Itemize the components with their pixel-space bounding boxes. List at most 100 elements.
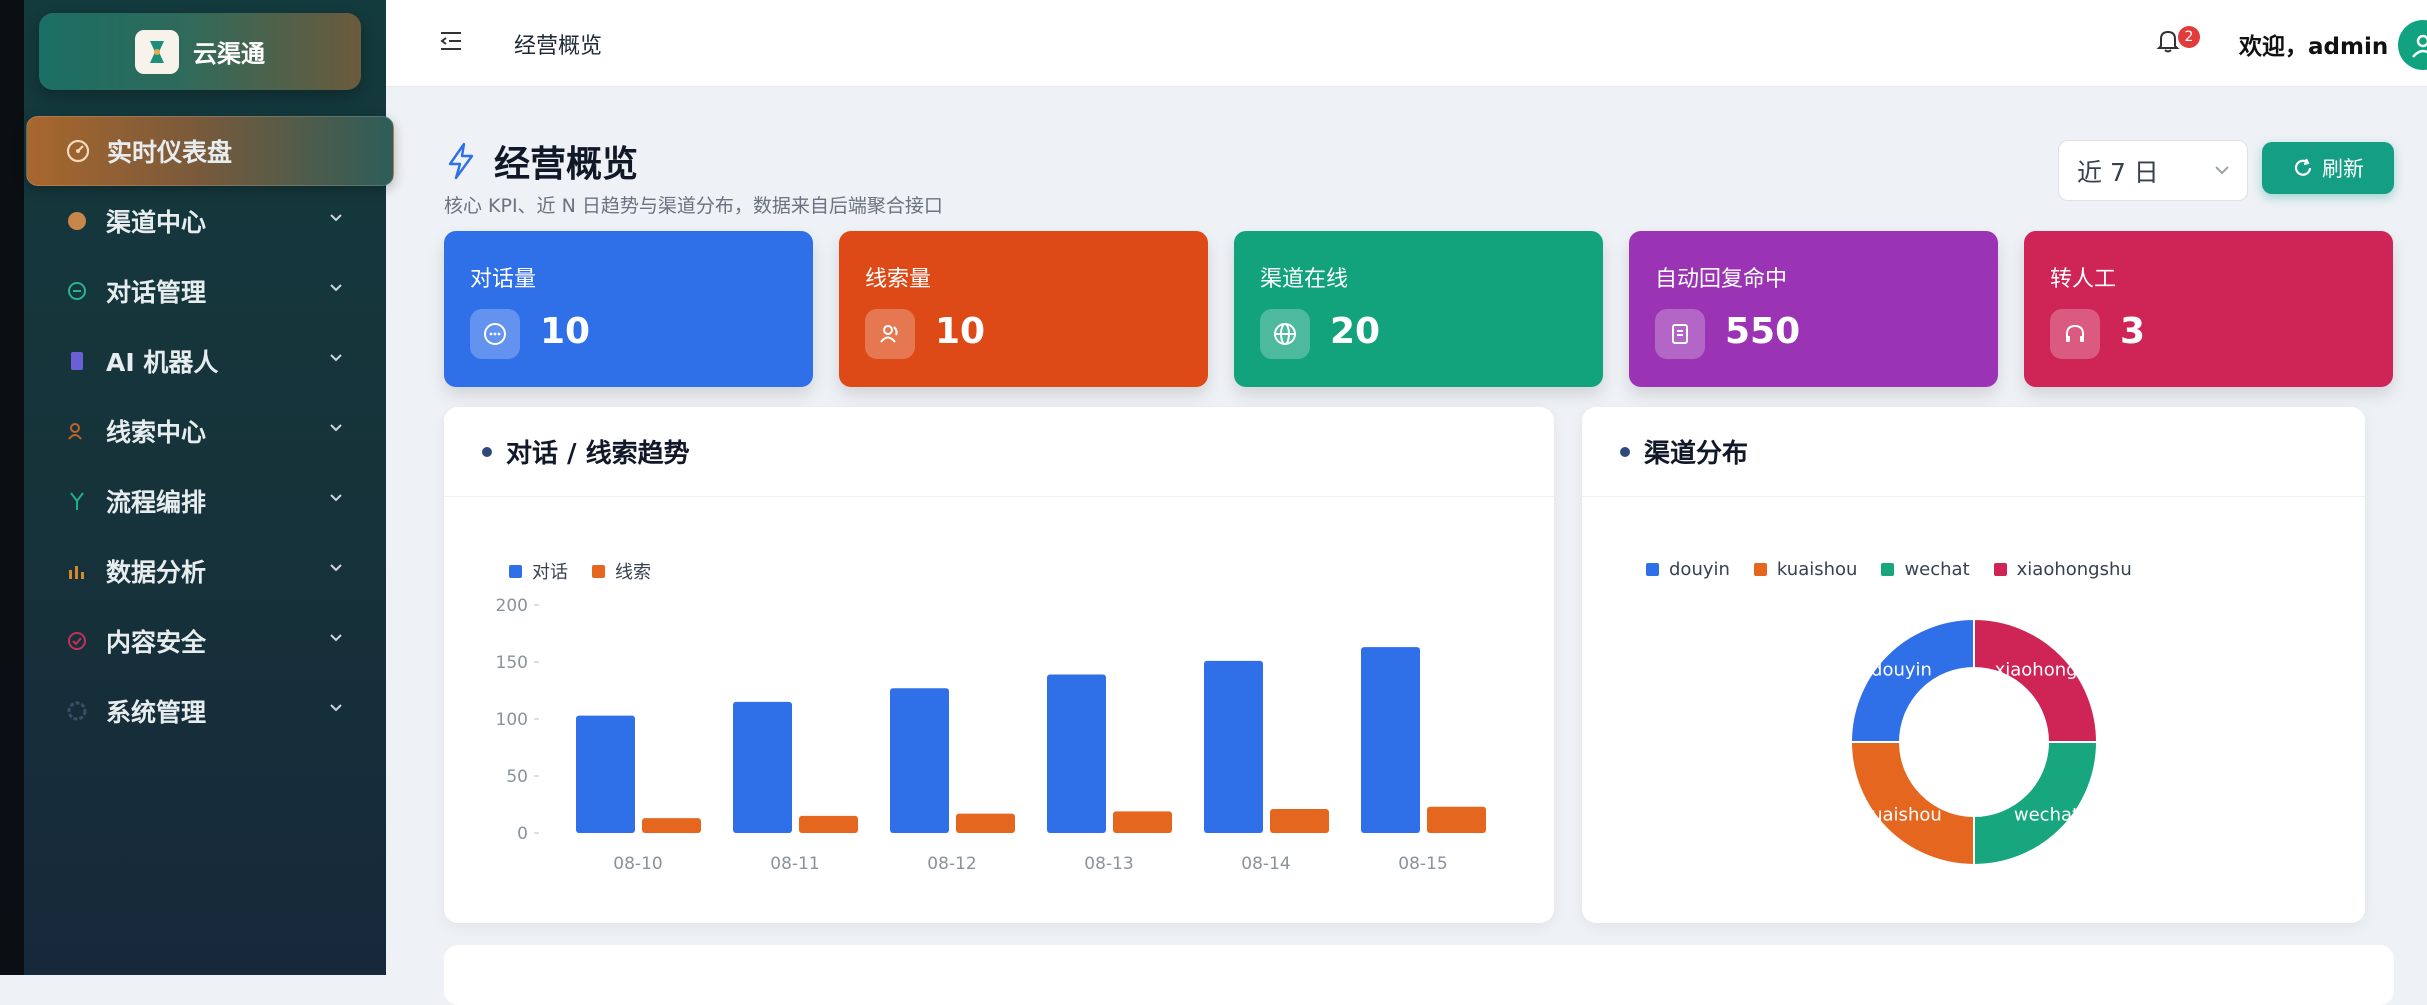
kpi-label: 线索量 xyxy=(865,267,932,292)
sidebar-item-label: 对话管理 xyxy=(106,278,207,307)
trend-bar-chart: 0 50 100 150 200 08-10 08-11 08-12 08-13 08-14 08-… xyxy=(496,596,1486,874)
sidebar-item-label: 数据分析 xyxy=(106,558,207,587)
main-content: 经营概览 核心 KPI、近 N 日趋势与渠道分布，数据来自后端聚合接口 近 7 … xyxy=(386,87,2427,1005)
page-heading: 经营概览 xyxy=(446,135,638,187)
bar-chart-icon xyxy=(64,558,90,584)
kpi-value: 20 xyxy=(1330,311,1381,352)
sidebar-item-analytics[interactable]: 数据分析 xyxy=(24,536,386,606)
y-tick-label: 150 xyxy=(496,653,528,673)
chevron-down-icon xyxy=(330,284,342,292)
robot-icon xyxy=(1655,309,1705,359)
people-icon xyxy=(64,418,90,444)
x-tick-label: 08-11 xyxy=(770,854,819,874)
avatar[interactable] xyxy=(2398,20,2427,70)
channel-icon xyxy=(64,208,90,234)
sidebar-nav: 实时仪表盘 渠道中心 对话管理 AI 机器人 线索中心 流程编排 数据分析 内容… xyxy=(24,116,394,746)
kpi-row: 对话量 10 线索量 10 渠道在线 20 自动回复命中 550 转人工 3 xyxy=(444,231,2394,387)
sidebar-item-label: AI 机器人 xyxy=(106,348,219,377)
x-tick-label: 08-10 xyxy=(613,854,662,874)
sidebar-item-label: 渠道中心 xyxy=(106,208,207,237)
window-edge xyxy=(0,0,24,975)
kpi-card-human-handoff[interactable]: 转人工 3 xyxy=(2024,231,2393,387)
next-card-partial xyxy=(444,945,2394,1005)
trend-card: 对话 / 线索趋势 对话 线索 0 50 100 150 200 08-10 08-11 08… xyxy=(444,407,1554,923)
user-icon xyxy=(2412,34,2427,58)
kpi-label: 渠道在线 xyxy=(1260,267,1349,292)
chevron-down-icon xyxy=(330,634,342,642)
chevron-down-icon xyxy=(330,704,342,712)
y-tick-label: 200 xyxy=(496,596,528,616)
sidebar-item-leads[interactable]: 线索中心 xyxy=(24,396,386,466)
chevron-down-icon xyxy=(2215,166,2229,175)
sidebar-item-ai-robot[interactable]: AI 机器人 xyxy=(24,326,386,396)
x-tick-label: 08-15 xyxy=(1398,854,1447,874)
headset-icon xyxy=(2050,309,2100,359)
y-tick-label: 0 xyxy=(517,824,528,844)
app-name: 云渠通 xyxy=(193,40,265,68)
sidebar-item-system[interactable]: 系统管理 xyxy=(24,676,386,746)
app-logo[interactable]: 云渠通 xyxy=(39,13,361,90)
kpi-card-channels-online[interactable]: 渠道在线 20 xyxy=(1234,231,1603,387)
slice-label: douyin xyxy=(1871,660,1932,681)
bar-leads xyxy=(799,815,858,833)
sidebar: 云渠通 实时仪表盘 渠道中心 对话管理 AI 机器人 线索中心 流程编排 数据分… xyxy=(24,0,394,975)
bar-conversations xyxy=(1047,674,1106,833)
slice-label: kuaishou xyxy=(1861,804,1942,825)
page-title: 经营概览 xyxy=(494,144,639,185)
chevron-down-icon xyxy=(330,494,342,502)
sidebar-item-label: 内容安全 xyxy=(106,628,207,657)
kpi-label: 自动回复命中 xyxy=(1655,267,1788,292)
robot-icon xyxy=(64,348,90,374)
kpi-label: 转人工 xyxy=(2050,267,2117,292)
shield-icon xyxy=(64,628,90,654)
refresh-icon xyxy=(2294,158,2312,176)
sidebar-item-dashboard[interactable]: 实时仪表盘 xyxy=(26,116,394,186)
logo-icon xyxy=(135,29,179,74)
slice-label: wechat xyxy=(2014,804,2079,825)
sidebar-item-conversations[interactable]: 对话管理 xyxy=(24,256,386,326)
bar-leads xyxy=(956,813,1015,833)
notification-badge: 2 xyxy=(2178,26,2200,48)
sidebar-item-content-security[interactable]: 内容安全 xyxy=(24,606,386,676)
date-range-select[interactable]: 近 7 日 xyxy=(2058,140,2248,201)
x-tick-label: 08-13 xyxy=(1084,854,1133,874)
bar-conversations xyxy=(576,715,635,833)
chevron-down-icon xyxy=(330,564,342,572)
chevron-down-icon xyxy=(330,424,342,432)
chat-bubble-icon xyxy=(470,309,520,359)
kpi-label: 对话量 xyxy=(470,267,537,292)
kpi-card-auto-reply[interactable]: 自动回复命中 550 xyxy=(1629,231,1998,387)
bar-conversations xyxy=(1361,647,1420,833)
gauge-icon xyxy=(65,138,91,164)
bar-conversations xyxy=(890,688,949,833)
kpi-value: 550 xyxy=(1725,311,1801,352)
bar-leads xyxy=(1270,809,1329,833)
people-icon xyxy=(865,309,915,359)
page-subtitle: 核心 KPI、近 N 日趋势与渠道分布，数据来自后端聚合接口 xyxy=(444,195,943,217)
flow-icon xyxy=(64,488,90,514)
slice-label: xiaohongsh xyxy=(1995,660,2099,681)
chevron-down-icon xyxy=(330,214,342,222)
sidebar-item-workflow[interactable]: 流程编排 xyxy=(24,466,386,536)
sidebar-item-label: 线索中心 xyxy=(106,418,207,447)
sidebar-item-label: 系统管理 xyxy=(106,698,207,727)
y-tick-label: 100 xyxy=(496,710,528,730)
chat-icon xyxy=(64,278,90,304)
bell-icon[interactable] xyxy=(2156,28,2180,54)
distribution-donut-chart: douyin kuaishou wechat xiaohongsh xyxy=(1849,617,2099,867)
welcome-text[interactable]: 欢迎，admin xyxy=(2239,27,2388,61)
kpi-value: 3 xyxy=(2120,311,2146,352)
distribution-card: 渠道分布 douyin kuaishou wechat xiaohongshu … xyxy=(1582,407,2365,923)
kpi-value: 10 xyxy=(935,311,986,352)
kpi-card-conversations[interactable]: 对话量 10 xyxy=(444,231,813,387)
refresh-button[interactable]: 刷新 xyxy=(2262,142,2394,194)
date-range-value: 近 7 日 xyxy=(2077,157,2159,187)
collapse-menu-icon[interactable] xyxy=(438,28,464,54)
x-tick-label: 08-14 xyxy=(1241,854,1290,874)
x-tick-label: 08-12 xyxy=(927,854,976,874)
kpi-card-leads[interactable]: 线索量 10 xyxy=(839,231,1208,387)
sidebar-item-label: 实时仪表盘 xyxy=(107,138,233,167)
bar-leads xyxy=(1113,811,1172,833)
sidebar-item-channels[interactable]: 渠道中心 xyxy=(24,186,386,256)
kpi-value: 10 xyxy=(540,311,591,352)
